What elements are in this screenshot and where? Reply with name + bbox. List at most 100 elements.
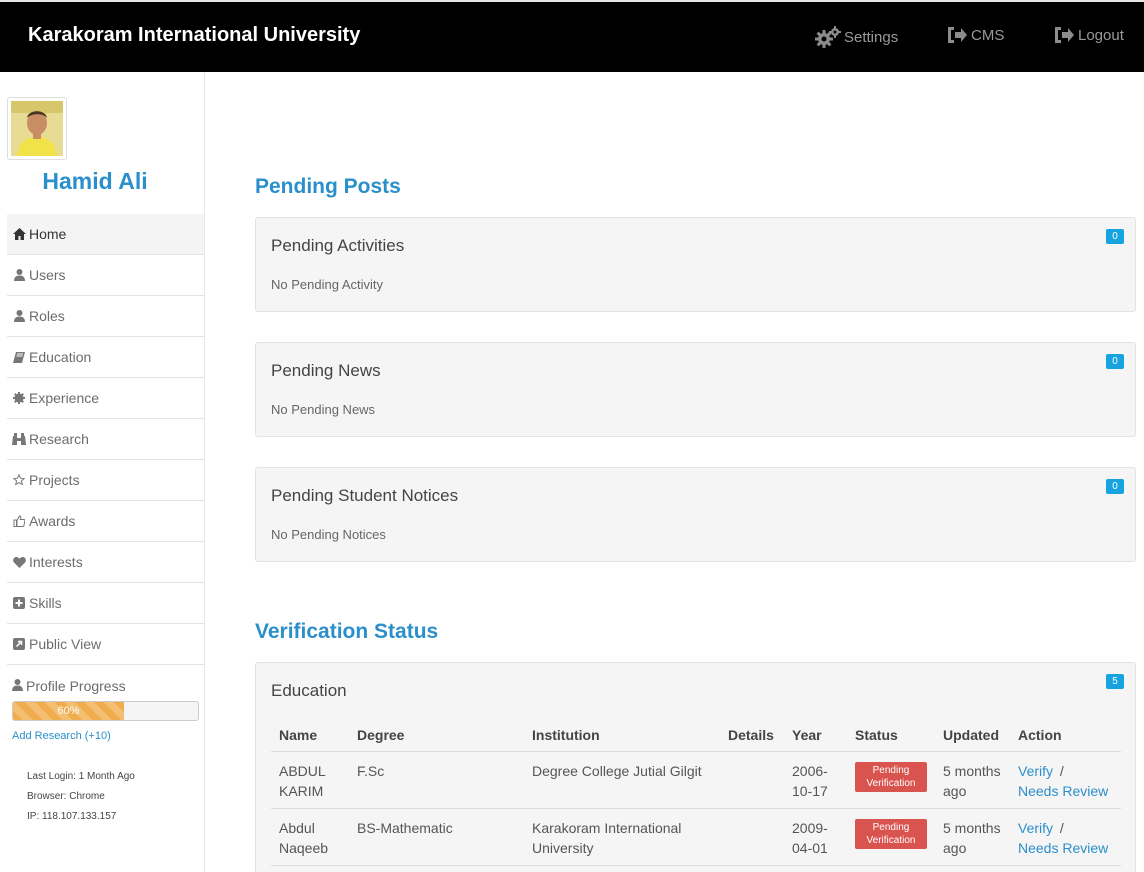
profile-progress-label: Profile Progress bbox=[12, 678, 126, 694]
year-cell: 2006-10-17 bbox=[784, 751, 847, 809]
updated-cell: 5 months ago bbox=[935, 751, 1010, 809]
panel-empty-text: No Pending Notices bbox=[271, 527, 386, 542]
sidebar-item-label: Research bbox=[29, 431, 89, 447]
name-cell: ABDUL KARIM bbox=[271, 751, 349, 809]
sidebar-item-label: Projects bbox=[29, 472, 80, 488]
book-icon bbox=[12, 351, 26, 363]
verify-link[interactable]: Verify bbox=[1018, 820, 1053, 836]
sidebar-item-label: Roles bbox=[29, 308, 65, 324]
status-badge: Pending Verification bbox=[855, 819, 927, 849]
sign-out-icon bbox=[1053, 26, 1075, 44]
count-badge: 0 bbox=[1106, 354, 1124, 369]
thumbs-up-icon bbox=[12, 515, 26, 527]
profile-progress-text: Profile Progress bbox=[26, 678, 126, 694]
logout-link[interactable]: Logout bbox=[1053, 26, 1124, 44]
action-separator: / bbox=[1059, 820, 1064, 836]
logout-label: Logout bbox=[1078, 26, 1124, 44]
sidebar-item-experience[interactable]: Experience bbox=[7, 378, 204, 419]
column-header: Updated bbox=[935, 720, 1010, 752]
education-verification-panel: Education 5 Name Degree Institution Deta… bbox=[255, 662, 1136, 872]
settings-label: Settings bbox=[844, 28, 899, 46]
column-header: Institution bbox=[524, 720, 720, 752]
sidebar-item-label: Users bbox=[29, 267, 66, 283]
needs-review-link[interactable]: Needs Review bbox=[1018, 783, 1108, 799]
sidebar-item-awards[interactable]: Awards bbox=[7, 501, 204, 542]
heart-icon bbox=[12, 556, 26, 568]
institution-cell: Degree College Jutial Gilgit bbox=[524, 751, 720, 809]
sidebar: Hamid Ali Home Users Roles Education Exp… bbox=[0, 72, 205, 872]
brand-title[interactable]: Karakoram International University bbox=[28, 24, 360, 47]
sidebar-item-label: Interests bbox=[29, 554, 83, 570]
panel-title: Education bbox=[271, 681, 347, 700]
action-cell: Verify / Needs Review bbox=[1010, 751, 1121, 809]
user-icon bbox=[12, 269, 26, 281]
gears-icon bbox=[815, 26, 841, 48]
add-research-link[interactable]: Add Research (+10) bbox=[12, 730, 111, 742]
sidebar-item-label: Home bbox=[29, 226, 67, 242]
ip-text: IP: 118.107.133.157 bbox=[27, 811, 117, 822]
sign-out-icon bbox=[946, 26, 968, 44]
sidebar-item-label: Public View bbox=[29, 636, 102, 652]
status-badge: Pending Verification bbox=[855, 762, 927, 792]
column-header: Year bbox=[784, 720, 847, 752]
sidebar-item-label: Skills bbox=[29, 595, 62, 611]
settings-link[interactable]: Settings bbox=[815, 26, 898, 48]
details-cell bbox=[720, 808, 784, 866]
column-header: Action bbox=[1010, 720, 1121, 752]
column-header: Status bbox=[847, 720, 935, 752]
cms-label: CMS bbox=[971, 26, 1005, 44]
profile-progress-fill: 60% bbox=[13, 702, 124, 720]
browser-text: Browser: Chrome bbox=[27, 791, 105, 802]
sidebar-item-skills[interactable]: Skills bbox=[7, 583, 204, 624]
updated-cell: 5 months ago bbox=[935, 808, 1010, 866]
user-icon bbox=[12, 310, 26, 322]
top-navbar: Karakoram International University Setti… bbox=[0, 0, 1144, 72]
sidebar-item-label: Education bbox=[29, 349, 92, 365]
degree-cell: F.Sc bbox=[349, 751, 524, 809]
pending-notices-panel: Pending Student Notices No Pending Notic… bbox=[255, 467, 1136, 562]
pending-activities-panel: Pending Activities No Pending Activity 0 bbox=[255, 217, 1136, 312]
sidebar-item-research[interactable]: Research bbox=[7, 419, 204, 460]
column-header: Degree bbox=[349, 720, 524, 752]
panel-empty-text: No Pending Activity bbox=[271, 277, 384, 292]
panel-title: Pending Activities bbox=[271, 236, 405, 255]
sidebar-item-users[interactable]: Users bbox=[7, 255, 204, 296]
degree-cell: BS-Mathematic bbox=[349, 808, 524, 866]
action-separator: / bbox=[1059, 763, 1064, 779]
user-icon bbox=[12, 678, 23, 694]
panel-empty-text: No Pending News bbox=[271, 402, 376, 417]
profile-name: Hamid Ali bbox=[42, 168, 148, 194]
panel-title: Pending News bbox=[271, 361, 381, 380]
verification-status-title: Verification Status bbox=[255, 620, 439, 643]
sidebar-item-roles[interactable]: Roles bbox=[7, 296, 204, 337]
binoculars-icon bbox=[12, 433, 26, 445]
table-row: ABDUL KARIM F.Sc Degree College Jutial G… bbox=[271, 751, 1121, 809]
sidebar-item-label: Awards bbox=[29, 513, 76, 529]
sidebar-item-public-view[interactable]: Public View bbox=[7, 624, 204, 665]
column-header: Name bbox=[271, 720, 349, 752]
status-cell: Pending Verification bbox=[847, 808, 935, 866]
pending-news-panel: Pending News No Pending News 0 bbox=[255, 342, 1136, 437]
certificate-icon bbox=[12, 392, 26, 404]
action-cell: Verify / Needs Review bbox=[1010, 808, 1121, 866]
needs-review-link[interactable]: Needs Review bbox=[1018, 840, 1108, 856]
count-badge: 0 bbox=[1106, 479, 1124, 494]
name-cell: Abdul Naqeeb bbox=[271, 808, 349, 866]
table-row: Abdul Naqeeb BS-Mathematic Karakoram Int… bbox=[271, 808, 1121, 866]
details-cell bbox=[720, 751, 784, 809]
sidebar-item-interests[interactable]: Interests bbox=[7, 542, 204, 583]
sidebar-item-projects[interactable]: Projects bbox=[7, 460, 204, 501]
column-header: Details bbox=[720, 720, 784, 752]
sidebar-item-home[interactable]: Home bbox=[7, 214, 204, 255]
sidebar-item-education[interactable]: Education bbox=[7, 337, 204, 378]
sidebar-item-label: Experience bbox=[29, 390, 100, 406]
table-header-row: Name Degree Institution Details Year Sta… bbox=[271, 720, 1121, 752]
cms-link[interactable]: CMS bbox=[946, 26, 1004, 44]
home-icon bbox=[12, 228, 26, 240]
verify-link[interactable]: Verify bbox=[1018, 763, 1053, 779]
count-badge: 0 bbox=[1106, 229, 1124, 244]
avatar[interactable] bbox=[7, 97, 67, 160]
profile-progress-bar: 60% bbox=[12, 701, 199, 721]
external-link-icon bbox=[12, 638, 26, 650]
panel-title: Pending Student Notices bbox=[271, 486, 459, 505]
